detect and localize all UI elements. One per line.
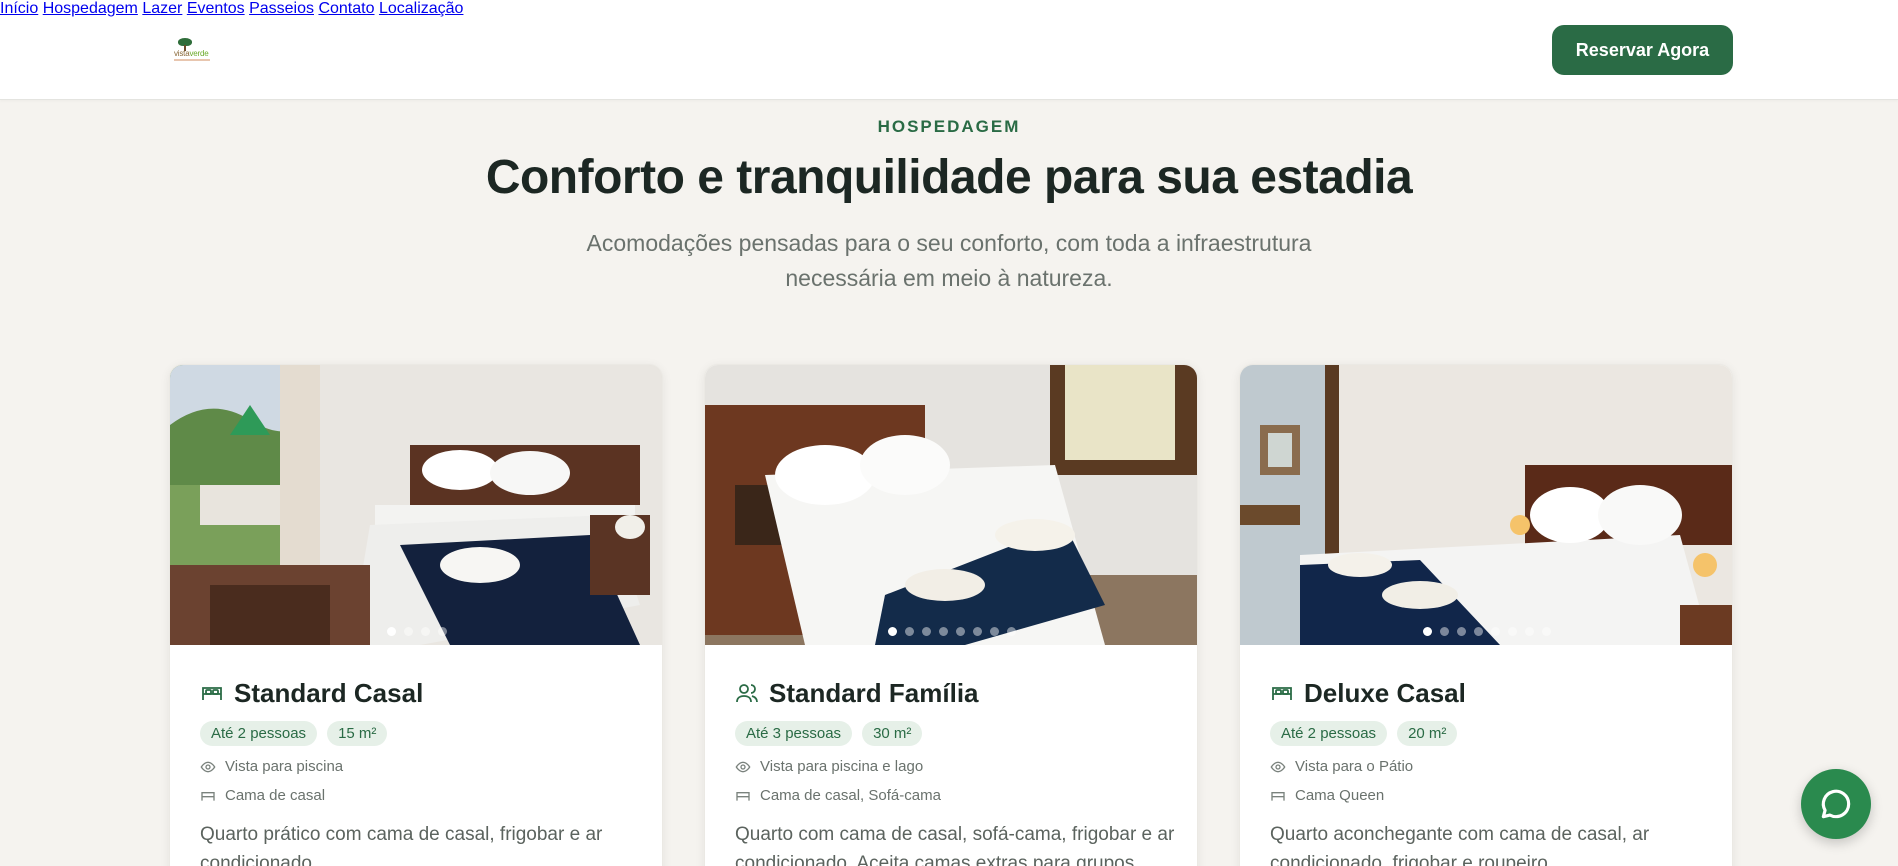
room-view-text: Vista para piscina e lago — [760, 758, 924, 775]
eye-icon — [200, 761, 216, 772]
room-photo-image — [1240, 365, 1732, 645]
section-eyebrow: HOSPEDAGEM — [877, 117, 1021, 136]
room-name: Deluxe Casal — [1304, 677, 1466, 708]
room-chips: Até 2 pessoas 15 m² — [200, 721, 640, 746]
carousel-dot[interactable] — [1007, 627, 1016, 636]
logo-wordmark: vistaverde — [174, 49, 209, 58]
carousel-dot[interactable] — [1440, 627, 1449, 636]
room-card-deluxe-casal[interactable]: Deluxe Casal Até 2 pessoas 20 m² Vista p… — [1239, 364, 1733, 866]
room-photo-image — [170, 365, 662, 645]
logo-text-b: verde — [189, 49, 209, 58]
room-description: Quarto aconchegante com cama de casal, a… — [1270, 824, 1650, 866]
carousel-dot[interactable] — [421, 627, 430, 636]
card-body: Deluxe Casal Até 2 pessoas 20 m² Vista p… — [1270, 677, 1710, 866]
nav-passeios[interactable]: Passeios — [249, 0, 314, 17]
carousel-dot[interactable] — [1423, 627, 1432, 636]
area-badge: 30 m² — [862, 721, 923, 746]
room-bed-text: Cama Queen — [1295, 787, 1385, 804]
bed-icon — [736, 791, 750, 801]
room-title: Standard Casal — [200, 677, 640, 709]
carousel-dot[interactable] — [905, 627, 914, 636]
site-logo[interactable]: vistaverde — [170, 36, 216, 64]
room-title: Deluxe Casal — [1270, 677, 1710, 709]
users-icon — [736, 684, 758, 703]
room-chips: Até 2 pessoas 20 m² — [1270, 721, 1710, 746]
photo-carousel-dots — [705, 627, 1197, 636]
carousel-dot[interactable] — [922, 627, 931, 636]
room-view-feature: Vista para piscina e lago — [735, 758, 1175, 775]
section-title: Conforto e tranquilidade para sua estadi… — [485, 151, 1413, 204]
carousel-dot[interactable] — [1508, 627, 1517, 636]
bed-icon — [202, 687, 222, 700]
guests-badge: Até 2 pessoas — [200, 721, 318, 746]
room-photo[interactable] — [705, 365, 1197, 645]
logo-tagline-line — [174, 59, 210, 61]
carousel-dot[interactable] — [1491, 627, 1500, 636]
eye-icon — [735, 761, 751, 772]
carousel-dot[interactable] — [939, 627, 948, 636]
room-name: Standard Família — [769, 677, 979, 708]
area-badge: 15 m² — [327, 721, 388, 746]
bed-icon — [1272, 687, 1292, 700]
nav-eventos[interactable]: Eventos — [187, 0, 245, 17]
carousel-dot[interactable] — [438, 627, 447, 636]
room-photo-image — [705, 365, 1197, 645]
room-bed-feature: Cama Queen — [1270, 787, 1710, 804]
room-view-text: Vista para piscina — [225, 758, 344, 775]
bed-icon — [201, 791, 215, 801]
nav-contato[interactable]: Contato — [318, 0, 374, 17]
guests-badge: Até 2 pessoas — [1270, 721, 1388, 746]
carousel-dot[interactable] — [404, 627, 413, 636]
card-body: Standard Casal Até 2 pessoas 15 m² Vista… — [200, 677, 640, 866]
nav-localizacao[interactable]: Localização — [379, 0, 464, 17]
carousel-dot[interactable] — [1525, 627, 1534, 636]
carousel-dot[interactable] — [1457, 627, 1466, 636]
area-badge: 20 m² — [1397, 721, 1458, 746]
section-subtitle: Acomodações pensadas para o seu conforto… — [586, 230, 1312, 291]
room-bed-feature: Cama de casal, Sofá-cama — [735, 787, 1175, 804]
carousel-dot[interactable] — [956, 627, 965, 636]
photo-carousel-dots — [170, 627, 662, 636]
carousel-dot[interactable] — [1474, 627, 1483, 636]
room-bed-text: Cama de casal — [225, 787, 326, 804]
room-bed-text: Cama de casal, Sofá-cama — [760, 787, 941, 804]
room-bed-feature: Cama de casal — [200, 787, 640, 804]
room-photo[interactable] — [170, 365, 662, 645]
room-chips: Até 3 pessoas 30 m² — [735, 721, 1175, 746]
carousel-dot[interactable] — [1542, 627, 1551, 636]
room-description: Quarto com cama de casal, sofá-cama, fri… — [735, 824, 1175, 866]
room-photo[interactable] — [1240, 365, 1732, 645]
room-card-standard-familia[interactable]: Standard Família Até 3 pessoas 30 m² Vis… — [704, 364, 1198, 866]
carousel-dot[interactable] — [990, 627, 999, 636]
site-header: vistaverde Início Hospedagem Lazer Event… — [0, 0, 1898, 100]
reservar-agora-button[interactable]: Reservar Agora — [1552, 25, 1733, 75]
card-body: Standard Família Até 3 pessoas 30 m² Vis… — [735, 677, 1175, 866]
whatsapp-chat-button[interactable] — [1801, 769, 1871, 839]
carousel-dot[interactable] — [888, 627, 897, 636]
room-description: Quarto prático com cama de casal, frigob… — [200, 824, 603, 866]
room-view-text: Vista para o Pátio — [1295, 758, 1414, 775]
chat-bubble-icon — [1821, 789, 1851, 819]
guests-badge: Até 3 pessoas — [735, 721, 853, 746]
room-name: Standard Casal — [234, 677, 424, 708]
room-card-standard-casal[interactable]: Standard Casal Até 2 pessoas 15 m² Vista… — [169, 364, 663, 866]
room-view-feature: Vista para o Pátio — [1270, 758, 1710, 775]
carousel-dot[interactable] — [387, 627, 396, 636]
room-title: Standard Família — [735, 677, 1175, 709]
photo-carousel-dots — [1240, 627, 1732, 636]
nav-hospedagem[interactable]: Hospedagem — [43, 0, 138, 17]
room-view-feature: Vista para piscina — [200, 758, 640, 775]
bed-icon — [1271, 791, 1285, 801]
nav-inicio[interactable]: Início — [0, 0, 38, 17]
eye-icon — [1270, 761, 1286, 772]
carousel-dot[interactable] — [973, 627, 982, 636]
logo-text-a: vista — [174, 49, 190, 58]
nav-lazer[interactable]: Lazer — [142, 0, 182, 17]
